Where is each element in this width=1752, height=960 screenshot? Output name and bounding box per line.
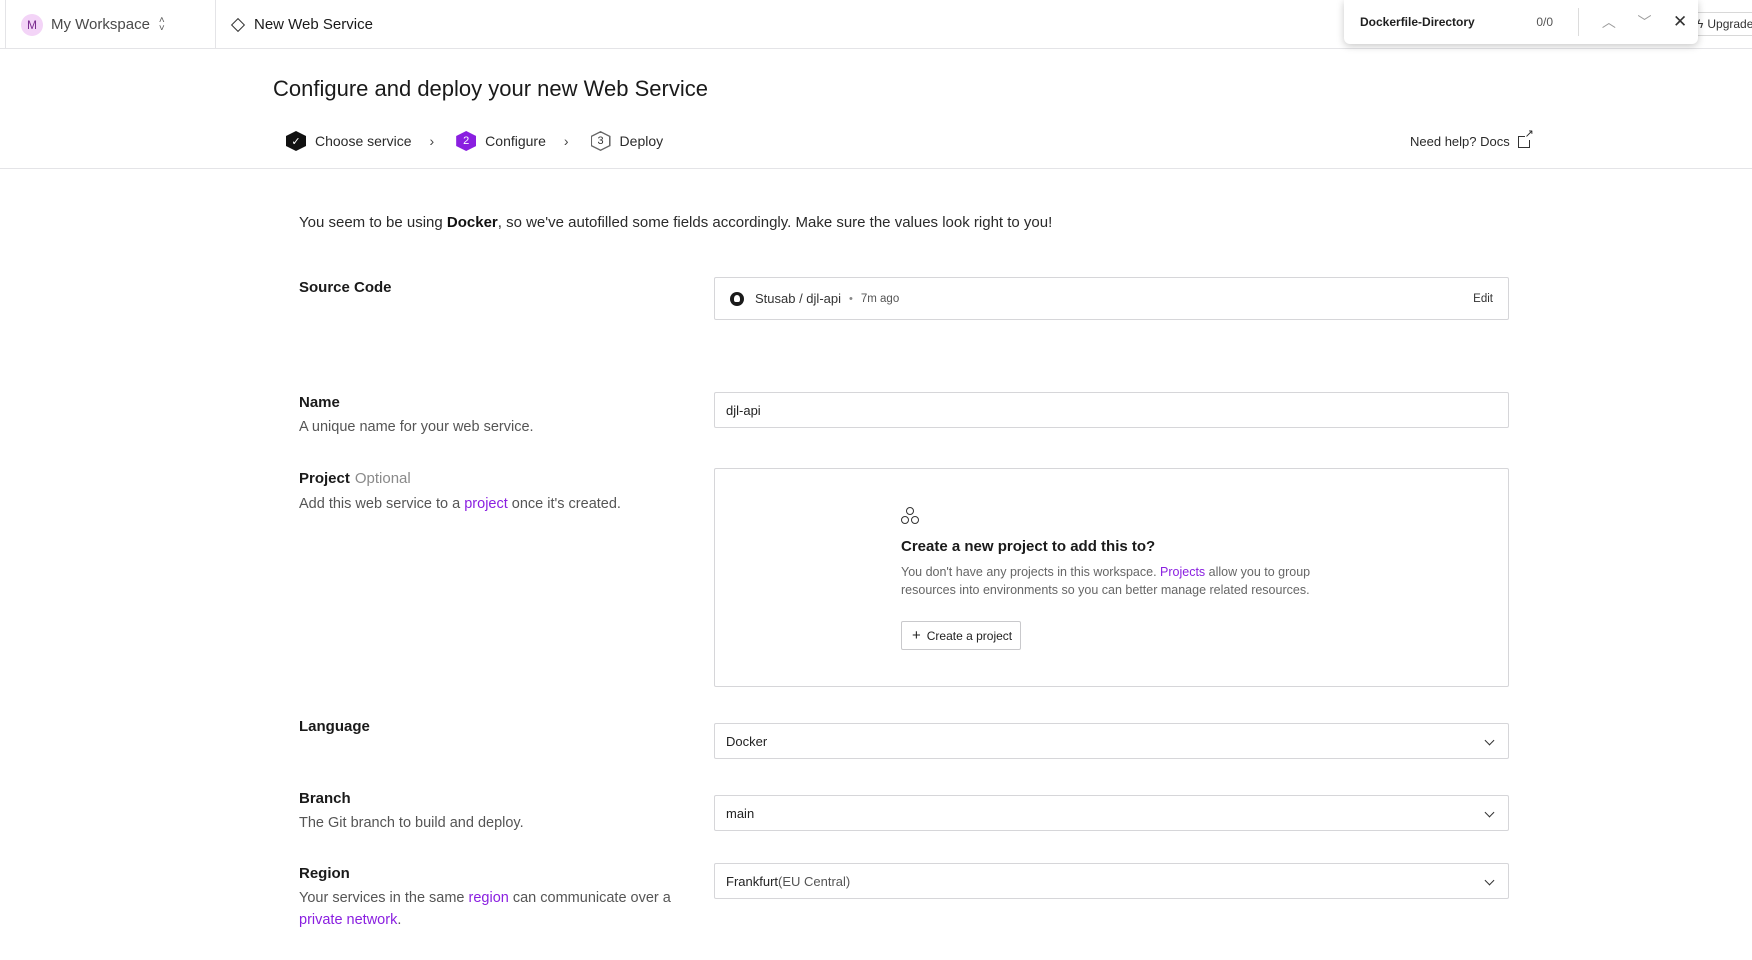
chevron-up-down-icon: ˄ ˅ [158,14,165,34]
create-project-label: Create a project [926,628,1013,643]
github-icon [730,291,744,306]
find-in-page-bar: Dockerfile-Directory 0/0 ︿ ﹀ ✕ [1344,0,1698,44]
docs-link[interactable]: Need help? Docs [1410,128,1534,149]
branch-description: The Git branch to build and deploy. [299,815,524,831]
step-configure: 2 Configure [456,131,546,151]
find-input[interactable]: Dockerfile-Directory [1360,15,1536,29]
desc-text: . [397,912,402,928]
page-title: Configure and deploy your new Web Servic… [273,76,708,101]
name-input[interactable]: djl-api [714,392,1509,428]
step-label: Configure [485,133,546,149]
workspace-avatar: M [21,13,43,36]
step-number-badge: 2 [456,131,477,151]
step-choose-service[interactable]: ✓ Choose service [286,131,412,151]
workspace-name: My Workspace [51,16,150,33]
desc-text: Your services in the same [299,890,469,906]
breadcrumb-title: New Web Service [254,16,373,33]
region-value: Frankfurt [726,873,779,889]
workspace-switcher[interactable]: M My Workspace ˄ ˅ [5,0,216,49]
project-label: Project Optional [299,470,411,487]
project-description: Add this web service to a project once i… [299,493,621,515]
header-divider [0,168,1752,169]
plus-icon: + [912,626,921,644]
separator-dot: • [849,292,853,305]
breadcrumb: New Web Service [230,0,373,49]
find-divider [1578,8,1580,36]
name-description: A unique name for your web service. [299,419,534,435]
find-previous-button[interactable]: ︿ [1591,4,1627,40]
optional-tag: Optional [354,470,411,487]
private-network-link[interactable]: private network [299,912,397,928]
close-icon: ✕ [1673,12,1688,31]
repo-name: Stusab / djl-api [755,291,841,306]
project-label-text: Project [299,470,350,487]
projects-link[interactable]: Projects [1160,565,1205,579]
chevron-right-icon: › [563,133,569,149]
find-close-button[interactable]: ✕ [1662,4,1698,40]
desc-text: Add this web service to a [299,496,465,512]
name-label: Name [299,394,340,411]
diamond-icon [230,17,246,32]
find-match-count: 0/0 [1536,15,1554,29]
region-select[interactable]: Frankfurt (EU Central) [714,863,1509,899]
branch-label: Branch [299,790,351,807]
region-value-sub: (EU Central) [778,873,851,889]
edit-source-button[interactable]: Edit [1473,293,1493,305]
upgrade-label: Upgrade [1707,17,1752,31]
empty-state-title: Create a new project to add this to? [901,538,1156,555]
docs-link-label: Need help? Docs [1410,134,1510,149]
stepper: ✓ Choose service › 2 Configure › 3 Deplo… [286,131,663,151]
chevron-down-icon: ﹀ [1637,14,1652,30]
language-label: Language [299,718,370,735]
notice-highlight: Docker [446,214,498,231]
step-number-badge: 3 [590,131,611,151]
step-deploy: 3 Deploy [590,131,664,151]
external-link-icon [1517,128,1534,148]
branch-select[interactable]: main [714,795,1509,831]
source-code-label: Source Code [299,279,392,296]
commit-time: 7m ago [860,292,900,305]
desc-text: can communicate over a [508,890,671,906]
check-icon: ✓ [286,131,306,151]
step-label: Deploy [619,133,664,149]
find-next-button[interactable]: ﹀ [1627,4,1663,40]
region-description: Your services in the same region can com… [299,887,699,931]
desc-text: You don't have any projects in this work… [901,565,1161,579]
step-number: 3 [597,135,604,147]
notice-text: You seem to be using [299,214,447,231]
language-value: Docker [726,733,768,749]
chevron-up-icon: ︿ [1601,14,1616,30]
chevron-right-icon: › [429,133,435,149]
create-project-button[interactable]: + Create a project [901,621,1022,650]
region-label: Region [299,865,350,882]
language-select[interactable]: Docker [714,723,1509,759]
branch-value: main [726,805,755,821]
project-empty-state: Create a new project to add this to? You… [714,468,1509,687]
docker-notice: You seem to be using Docker, so we've au… [299,214,1052,231]
projects-icon [901,507,921,527]
chevron-down-icon [1484,735,1495,746]
empty-state-description: You don't have any projects in this work… [901,563,1321,599]
project-link[interactable]: project [464,496,508,512]
source-code-box: Stusab / djl-api • 7m ago Edit [714,277,1509,320]
step-label: Choose service [315,133,412,149]
chevron-down-icon [1484,875,1495,886]
chevron-down-icon [1484,807,1495,818]
region-link[interactable]: region [469,890,509,906]
desc-text: once it's created. [507,496,621,512]
notice-text: , so we've autofilled some fields accord… [497,214,1053,231]
